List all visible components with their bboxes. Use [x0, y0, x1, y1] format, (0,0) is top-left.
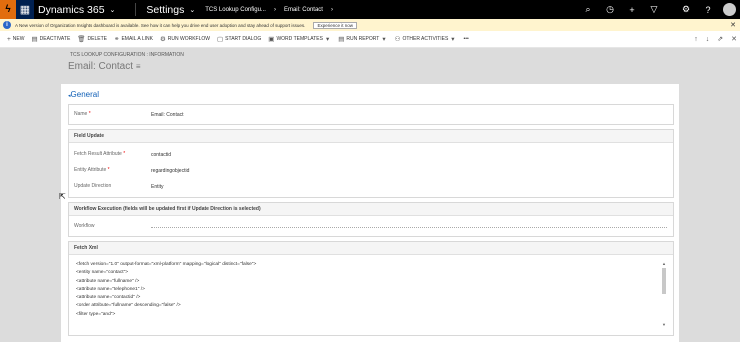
gear-icon[interactable]: ⚙: [675, 4, 697, 15]
top-navbar: ϟ ▦ Dynamics 365 ⌄ Settings ⌄ TCS Lookup…: [0, 0, 740, 19]
close-icon[interactable]: ✕: [730, 21, 736, 29]
workflow-header: Workflow Execution (fields will be updat…: [69, 203, 673, 216]
scroll-thumb[interactable]: [662, 268, 666, 294]
xml-scrollbar[interactable]: ▲ ▼: [661, 261, 667, 327]
xml-line: <entity name="contact">: [76, 270, 129, 276]
plus-icon: +: [7, 35, 11, 43]
app-launcher-icon[interactable]: ▦: [16, 0, 34, 19]
chevron-down-icon: ▾: [451, 36, 455, 43]
required-indicator: *: [123, 151, 126, 157]
search-icon[interactable]: ⌕: [577, 4, 599, 15]
field-update-section: Field Update Fetch Result Attribute * co…: [68, 129, 674, 198]
workflow-section: Workflow Execution (fields will be updat…: [68, 202, 674, 237]
name-section: Name * Email: Contact: [68, 104, 674, 125]
chevron-down-icon[interactable]: ⌄: [189, 6, 195, 14]
other-activities-button[interactable]: ⚇ OTHER ACTIVITIES ▾: [395, 35, 457, 43]
workflow-label: Workflow: [74, 223, 95, 229]
name-field[interactable]: Email: Contact: [151, 112, 184, 118]
xml-line: <filter type="and">: [76, 311, 116, 317]
xml-line: <fetch version="1.0" output-format="xml-…: [76, 262, 257, 267]
more-commands-button[interactable]: •••: [464, 36, 469, 42]
app-name[interactable]: Dynamics 365: [38, 4, 105, 16]
fetch-xml-textarea[interactable]: <fetch version="1.0" output-format="xml-…: [76, 261, 661, 329]
dialog-icon: ▢: [217, 36, 224, 43]
field-update-header: Field Update: [69, 130, 673, 143]
report-icon: ▤: [338, 36, 345, 43]
fetch-xml-section: Fetch Xml <fetch version="1.0" output-fo…: [68, 241, 674, 336]
history-icon[interactable]: ◷: [599, 4, 621, 15]
xml-line: <order attribute="fullname" descending="…: [76, 303, 181, 309]
close-icon[interactable]: ✕: [731, 35, 737, 43]
divider: [135, 3, 137, 16]
popout-icon[interactable]: ⇗: [717, 35, 723, 43]
deactivate-button[interactable]: ▤ DEACTIVATE: [31, 35, 70, 43]
fetch-result-label: Fetch Result Attribute *: [74, 151, 126, 157]
activities-icon: ⚇: [394, 36, 401, 43]
chevron-down-icon: ▾: [382, 36, 386, 43]
entity-attribute-label: Entity Attribute *: [74, 167, 110, 173]
entity-attribute-field[interactable]: regardingobjectid: [151, 168, 189, 174]
update-direction-label: Update Direction: [74, 183, 112, 189]
required-indicator: *: [88, 111, 91, 117]
update-direction-field[interactable]: Entity: [151, 184, 164, 190]
general-section-toggle[interactable]: ◂General: [68, 90, 99, 99]
run-report-button[interactable]: ▤ RUN REPORT ▾: [338, 35, 387, 43]
fetch-result-field[interactable]: contactid: [151, 152, 171, 158]
trash-icon: 🗑: [77, 36, 86, 43]
scroll-up-icon[interactable]: ▲: [661, 261, 667, 266]
record-navigation: ↑ ↓ ⇗ ✕: [686, 31, 737, 47]
workflow-field[interactable]: [151, 227, 667, 228]
xml-line: <attribute name="contactid" />: [76, 295, 141, 301]
dynamics-logo-icon: ϟ: [0, 0, 16, 19]
filter-icon[interactable]: ▽: [643, 4, 665, 15]
form-body: ◂General Name * Email: Contact Field Upd…: [61, 84, 679, 342]
form-menu-icon[interactable]: ≡: [136, 62, 141, 71]
plus-icon[interactable]: +: [621, 5, 643, 15]
fetch-xml-header: Fetch Xml: [69, 242, 673, 255]
xml-line: <attribute name="telephone1" />: [76, 286, 145, 292]
page-title: Email: Contact ≡: [68, 61, 141, 72]
required-indicator: *: [107, 167, 110, 173]
chevron-down-icon[interactable]: ⌄: [110, 6, 116, 14]
info-icon: i: [3, 21, 11, 29]
avatar[interactable]: [723, 3, 736, 16]
nav-crumb-record[interactable]: Email: Contact: [284, 7, 323, 13]
command-bar: + NEW ▤ DEACTIVATE 🗑 DELETE ⚭ EMAIL A LINK ⚙…: [0, 31, 740, 48]
scroll-down-icon[interactable]: ▼: [661, 322, 667, 327]
chevron-right-icon: ›: [273, 6, 276, 13]
experience-button[interactable]: Experience it now: [313, 21, 357, 29]
word-icon: ▣: [268, 36, 275, 43]
help-icon[interactable]: ?: [697, 5, 719, 15]
notification-text: A New version of Organization Insights d…: [15, 22, 306, 28]
form-breadcrumb: TCS LOOKUP CONFIGURATION : INFORMATION: [70, 52, 184, 58]
xml-line: <attribute name="fullname" />: [76, 278, 140, 284]
workflow-icon: ⚙: [159, 36, 166, 43]
mouse-cursor-icon: ⇱: [59, 192, 66, 201]
run-workflow-button[interactable]: ⚙ RUN WORKFLOW: [160, 35, 210, 43]
delete-button[interactable]: 🗑 DELETE: [77, 35, 107, 43]
chevron-down-icon: ▾: [325, 36, 330, 43]
word-templates-button[interactable]: ▣ WORD TEMPLATES ▾: [268, 35, 331, 43]
new-button[interactable]: + NEW: [7, 36, 24, 43]
arrow-down-icon[interactable]: ↓: [706, 36, 710, 43]
start-dialog-button[interactable]: ▢ START DIALOG: [217, 35, 261, 43]
name-label: Name *: [74, 111, 91, 117]
record-header: TCS LOOKUP CONFIGURATION : INFORMATION E…: [0, 48, 740, 84]
nav-crumb-config[interactable]: TCS Lookup Configu...: [205, 7, 266, 13]
arrow-up-icon[interactable]: ↑: [694, 36, 698, 43]
link-icon: ⚭: [114, 36, 120, 43]
deactivate-icon: ▤: [31, 36, 38, 43]
ellipsis-icon: •••: [463, 36, 469, 42]
chevron-right-icon[interactable]: ›: [331, 7, 333, 13]
notification-bar: i A New version of Organization Insights…: [0, 19, 740, 31]
area-settings[interactable]: Settings: [146, 4, 184, 16]
email-link-button[interactable]: ⚭ EMAIL A LINK: [114, 35, 153, 43]
navbar-actions: ⌕ ◷ + ▽ ⚙ ?: [577, 0, 740, 19]
